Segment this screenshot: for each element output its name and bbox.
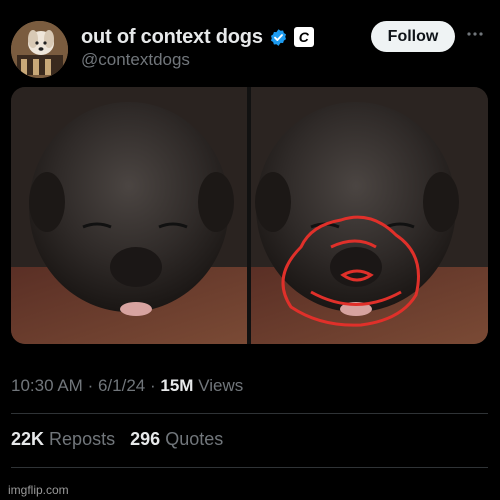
reposts-link[interactable]: 22K Reposts xyxy=(11,429,120,449)
engagement-stats: 22K Reposts 296 Quotes xyxy=(11,429,223,450)
account-handle[interactable]: @contextdogs xyxy=(81,50,190,70)
reposts-count: 22K xyxy=(11,429,45,449)
follow-button[interactable]: Follow xyxy=(371,21,455,52)
quotes-link[interactable]: 296 Quotes xyxy=(130,429,223,449)
divider xyxy=(11,467,488,468)
divider xyxy=(11,413,488,414)
separator: · xyxy=(87,376,94,395)
imgflip-watermark: imgflip.com xyxy=(8,483,69,497)
quotes-count: 296 xyxy=(130,429,161,449)
reposts-label: Reposts xyxy=(49,429,116,449)
ellipsis-icon[interactable] xyxy=(466,24,484,44)
account-avatar[interactable] xyxy=(11,21,68,78)
views-count: 15M xyxy=(160,376,194,395)
dog-avatar-icon xyxy=(11,21,68,78)
affiliate-badge-icon[interactable]: C xyxy=(293,27,314,47)
display-name[interactable]: out of context dogs xyxy=(81,26,263,49)
post-time[interactable]: 10:30 AM xyxy=(11,376,83,395)
post-media-image[interactable] xyxy=(11,87,488,344)
verified-badge-icon xyxy=(269,28,288,47)
name-row: out of context dogs C xyxy=(81,24,314,50)
post-date[interactable]: 6/1/24 xyxy=(98,376,145,395)
separator: · xyxy=(149,376,156,395)
quotes-label: Quotes xyxy=(165,429,224,449)
post-metadata: 10:30 AM · 6/1/24 · 15M Views xyxy=(11,376,243,396)
post-header: out of context dogs C @contextdogs Follo… xyxy=(0,0,500,82)
views-label: Views xyxy=(198,376,244,395)
sleeping-puppy-photo-icon xyxy=(11,87,488,344)
